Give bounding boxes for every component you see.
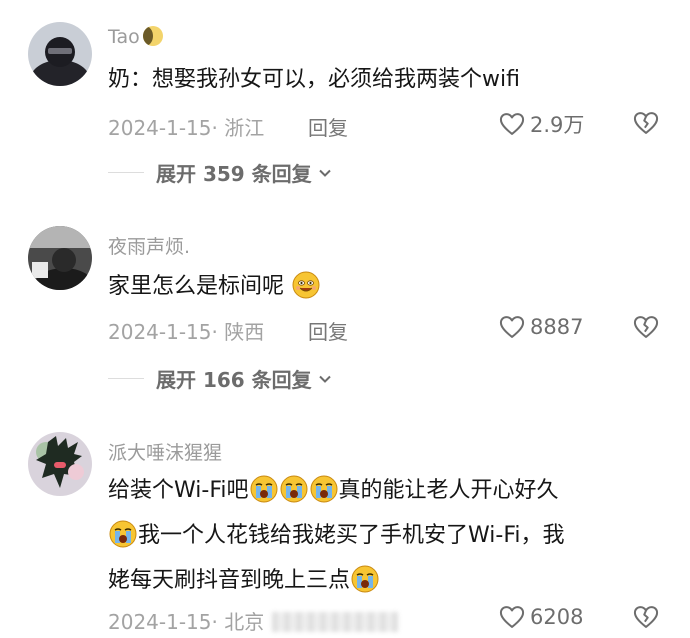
reply-button[interactable]: 回复 [308,316,348,345]
comment-text-line: 给装个Wi-Fi吧 真的能让老人开心好久 [108,468,565,513]
crying-face-icon [250,475,277,503]
expand-replies-button[interactable]: 展开 359 条回复 [108,158,332,187]
username[interactable]: Tao [108,26,163,48]
broken-heart-icon[interactable] [632,109,660,137]
expand-replies-button[interactable]: 展开 166 条回复 [108,364,332,393]
broken-heart-icon[interactable] [632,603,660,631]
watermark-blur [272,612,399,632]
crying-face-icon [351,565,379,593]
like-button[interactable]: 8887 [498,313,583,341]
comment-text-line: 姥每天刷抖音到晚上三点 [108,558,565,603]
heart-outline-icon [499,113,525,135]
divider [108,172,144,173]
chevron-down-icon [318,169,331,177]
like-count: 2.9万 [530,113,585,137]
heart-outline-icon [499,316,525,338]
moon-icon [142,26,163,46]
reply-button[interactable]: 回复 [308,112,348,141]
like-count: 6208 [530,605,584,629]
chevron-down-icon [318,375,331,383]
crying-face-icon [280,475,307,503]
comment-meta: 2024-1-15· 陕西 [108,320,265,344]
like-button[interactable]: 6208 [498,603,583,631]
avatar[interactable] [28,226,92,290]
comment-3: 派大唾沫猩猩 给装个Wi-Fi吧 真的能让老人开心好久 我一个人花钱给我姥买了手机… [0,410,690,638]
crying-face-icon [310,475,337,503]
comment-text: 奶：想娶我孙女可以，必须给我两装个wifi [108,67,520,92]
broken-heart-icon[interactable] [632,313,660,341]
comment-text-line: 我一个人花钱给我姥买了手机安了Wi-Fi，我 [108,513,565,558]
avatar[interactable] [28,22,92,86]
comment-meta: 2024-1-15· 浙江 [108,116,265,140]
like-count: 8887 [530,315,584,339]
divider [108,378,144,379]
comment-2: 夜雨声烦. 家里怎么是标间呢 2024-1-15· 陕西 回复 8887 展开 … [0,200,690,410]
comment-meta: 2024-1-15· 北京 [108,606,399,635]
avatar[interactable] [28,432,92,496]
heart-outline-icon [499,606,525,628]
username[interactable]: 夜雨声烦. [108,232,190,259]
crying-face-icon [109,520,137,548]
comment-text: 家里怎么是标间呢 [108,264,321,309]
like-button[interactable]: 2.9万 [498,109,584,139]
comment-1: Tao 奶：想娶我孙女可以，必须给我两装个wifi 2024-1-15· 浙江 … [0,0,690,200]
smiling-face-icon [292,271,320,299]
username[interactable]: 派大唾沫猩猩 [108,438,222,465]
comment-text: 给装个Wi-Fi吧 真的能让老人开心好久 我一个人花钱给我姥买了手机安了Wi-Fi… [108,468,565,603]
